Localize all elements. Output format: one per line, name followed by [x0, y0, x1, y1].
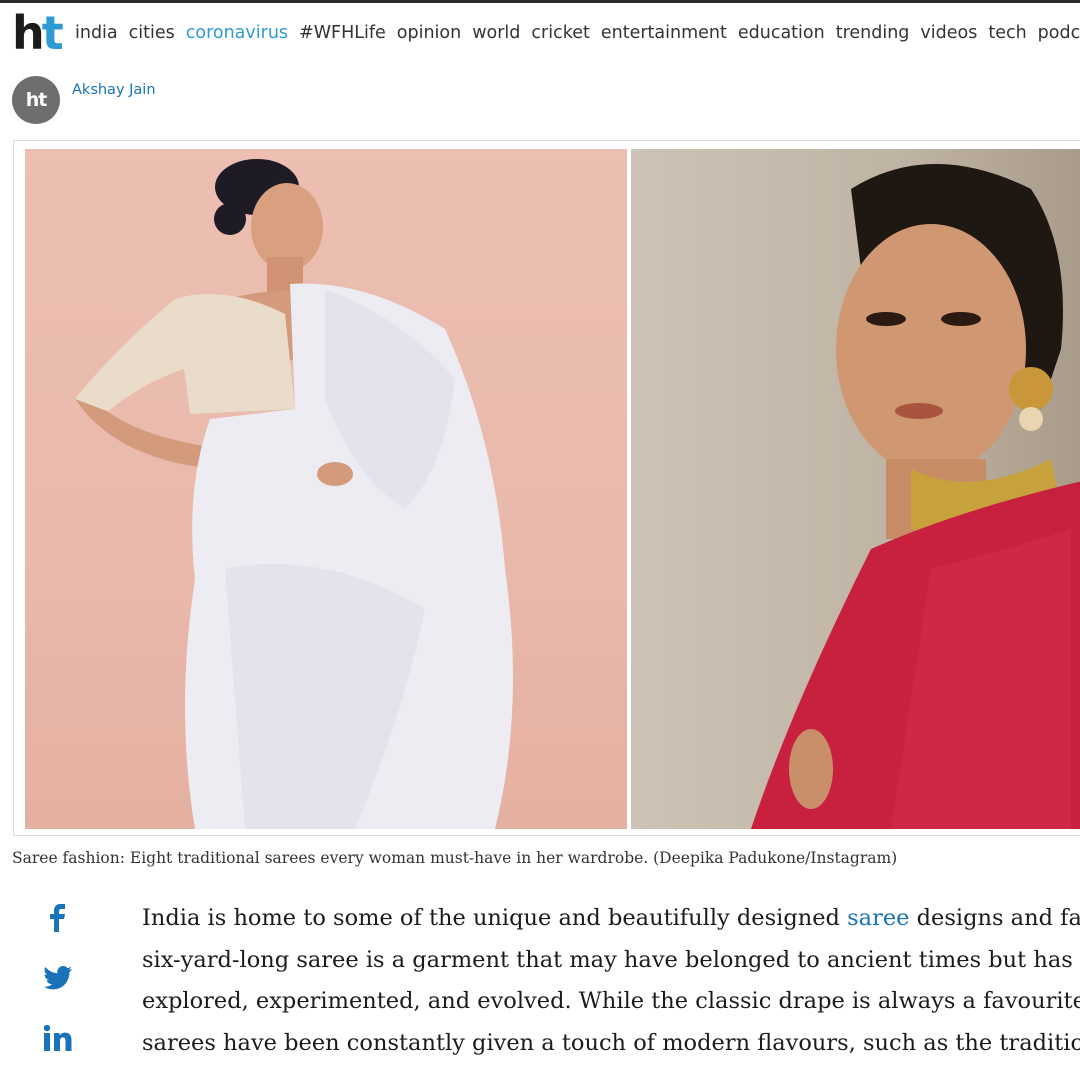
nav-item-entertainment[interactable]: entertainment	[601, 23, 727, 43]
white-saree-illustration	[75, 159, 513, 829]
nav-item-world[interactable]: world	[472, 23, 520, 43]
article-body: India is home to some of the unique and …	[142, 898, 1080, 1064]
woman-in-white-saree-photo	[25, 149, 627, 829]
article-text: India is home to some of the unique and …	[142, 905, 848, 931]
author-byline: ht Akshay Jain	[12, 76, 156, 124]
linkedin-share-button[interactable]	[40, 1020, 76, 1056]
nav-item-cricket[interactable]: cricket	[531, 23, 589, 43]
facebook-share-button[interactable]	[40, 900, 76, 936]
saree-link[interactable]: saree	[847, 905, 909, 931]
ht-logo[interactable]: ht	[12, 6, 64, 60]
nav-item-india[interactable]: india	[75, 23, 118, 43]
article-line-2: six-yard-long saree is a garment that ma…	[142, 946, 1080, 973]
article-line-4: sarees have been constantly given a touc…	[142, 1029, 1080, 1056]
logo-letter-h: h	[12, 6, 45, 60]
woman-in-pink-saree-portrait-photo	[631, 149, 1080, 829]
logo-letter-t: t	[41, 6, 64, 60]
author-name-link[interactable]: Akshay Jain	[72, 82, 156, 98]
article-line-3: explored, experimented, and evolved. Whi…	[142, 988, 1080, 1014]
nav-item-tech[interactable]: tech	[988, 23, 1026, 43]
linkedin-icon	[44, 1025, 72, 1051]
nav-item-cities[interactable]: cities	[129, 23, 175, 43]
nav-item-coronavirus[interactable]: coronavirus	[186, 23, 288, 43]
hero-image-container	[13, 140, 1080, 836]
site-header: ht india cities coronavirus #WFHLife opi…	[0, 3, 1080, 63]
author-avatar[interactable]: ht	[12, 76, 60, 124]
article-line-1: India is home to some of the unique and …	[142, 898, 1080, 940]
nav-item-trending[interactable]: trending	[836, 23, 910, 43]
twitter-icon	[44, 966, 72, 990]
twitter-share-button[interactable]	[40, 960, 76, 996]
facebook-icon	[50, 904, 65, 932]
nav-item-podcasts[interactable]: podcasts	[1038, 23, 1080, 43]
nav-item-opinion[interactable]: opinion	[397, 23, 461, 43]
nav-item-wfhlife[interactable]: #WFHLife	[299, 23, 386, 43]
image-caption: Saree fashion: Eight traditional sarees …	[12, 849, 898, 867]
pink-saree-illustration	[751, 164, 1080, 829]
nav-item-education[interactable]: education	[738, 23, 825, 43]
share-toolbar	[40, 900, 80, 1080]
nav-item-videos[interactable]: videos	[920, 23, 977, 43]
article-text: designs and fabrics. The	[916, 905, 1080, 931]
main-nav: india cities coronavirus #WFHLife opinio…	[75, 23, 1080, 43]
